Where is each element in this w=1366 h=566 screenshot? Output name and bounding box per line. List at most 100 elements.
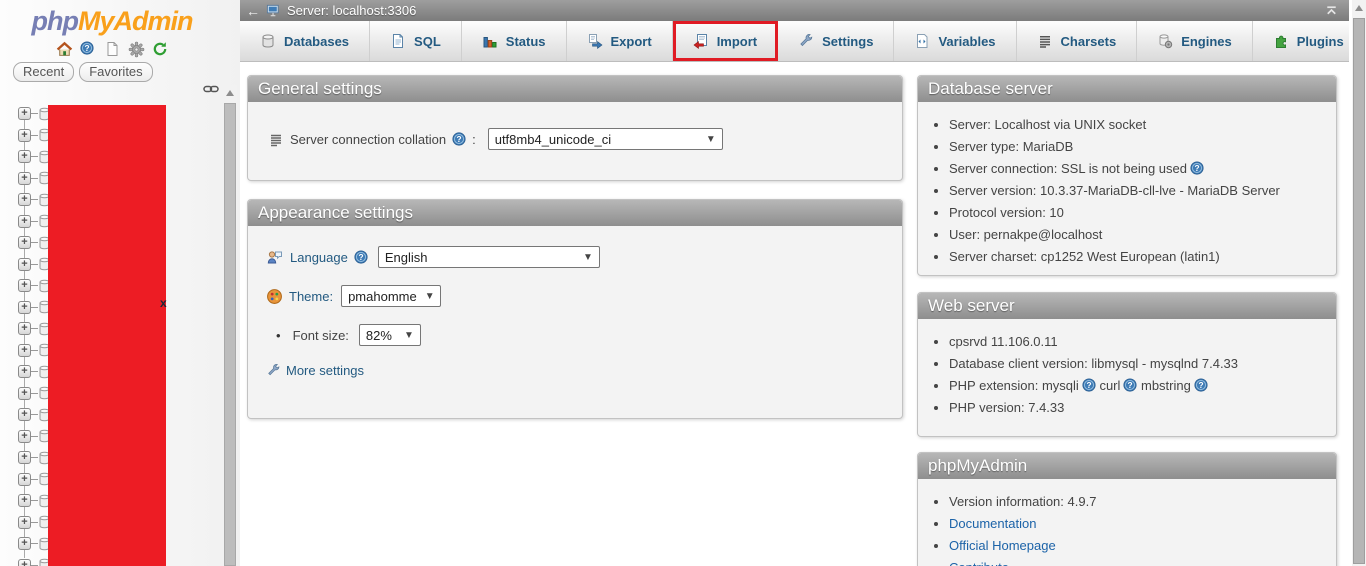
expand-plus-icon[interactable]: + (18, 387, 31, 400)
tab-label: Charsets (1061, 34, 1117, 49)
tab-settings[interactable]: Settings (778, 21, 894, 61)
sidebar-scrollbar-thumb[interactable] (224, 103, 236, 566)
tab-databases[interactable]: Databases (240, 21, 370, 61)
help-icon[interactable]: ? (1190, 161, 1204, 175)
tree-connector (31, 414, 38, 415)
page-scrollbar-thumb[interactable] (1353, 18, 1365, 564)
home-icon[interactable] (56, 41, 73, 58)
expand-plus-icon[interactable]: + (18, 408, 31, 421)
collation-select[interactable]: utf8mb4_unicode_ci ▼ (488, 128, 723, 150)
favorites-tab[interactable]: Favorites (79, 62, 152, 82)
help-icon[interactable]: ? (354, 250, 368, 264)
refresh-icon[interactable] (152, 41, 169, 58)
list-item: Server version: 10.3.37-MariaDB-cll-lve … (949, 181, 1336, 200)
theme-label: Theme: (289, 289, 333, 304)
expand-plus-icon[interactable]: + (18, 107, 31, 120)
help-icon[interactable]: ? (1082, 378, 1096, 392)
expand-plus-icon[interactable]: + (18, 236, 31, 249)
general-settings-panel: General settings Server connection colla… (247, 75, 903, 181)
list-item: Server: Localhost via UNIX socket (949, 115, 1336, 134)
back-arrow-icon[interactable]: ← (240, 3, 266, 19)
tab-variables[interactable]: Variables (894, 21, 1016, 61)
expand-plus-icon[interactable]: + (18, 172, 31, 185)
link[interactable]: Contribute (949, 560, 1009, 566)
database-server-panel: Database server Server: Localhost via UN… (917, 75, 1337, 276)
chevron-down-icon: ▼ (706, 134, 716, 145)
tree-connector (31, 113, 38, 114)
recent-tab[interactable]: Recent (13, 62, 74, 82)
logo-myadmin: MyAdmin (78, 6, 193, 36)
more-settings-label: More settings (286, 363, 364, 378)
tab-sql[interactable]: SQL (370, 21, 462, 61)
link-icon[interactable] (203, 83, 219, 95)
more-settings-link[interactable]: More settings (266, 363, 884, 378)
scroll-up-arrow[interactable] (1355, 5, 1363, 11)
tab-plugins[interactable]: Plugins (1253, 21, 1365, 61)
expand-plus-icon[interactable]: + (18, 516, 31, 529)
status-icon (482, 33, 498, 49)
language-select[interactable]: English ▼ (378, 246, 600, 268)
tab-engines[interactable]: Engines (1137, 21, 1253, 61)
expand-plus-icon[interactable]: + (18, 451, 31, 464)
page-scrollbar[interactable] (1352, 0, 1366, 566)
docs-icon[interactable] (104, 41, 121, 58)
expand-plus-icon[interactable]: + (18, 193, 31, 206)
help-icon[interactable]: ? (452, 132, 466, 146)
scroll-up-arrow[interactable] (226, 90, 234, 96)
redaction-overlay (48, 105, 166, 566)
expand-plus-icon[interactable]: + (18, 215, 31, 228)
panel-title: Database server (918, 76, 1336, 102)
expand-plus-icon[interactable]: + (18, 559, 31, 566)
tree-connector (31, 543, 38, 544)
phpmyadmin-logo[interactable]: phpMyAdmin (0, 6, 224, 37)
list-item: Contribute (949, 558, 1336, 566)
list-item: Server type: MariaDB (949, 137, 1336, 156)
panel-title: Appearance settings (248, 200, 902, 226)
collation-value: utf8mb4_unicode_ci (495, 132, 611, 147)
variables-icon (914, 33, 930, 49)
settings-column: General settings Server connection colla… (247, 75, 903, 419)
help-icon[interactable]: ? (1123, 378, 1137, 392)
expand-plus-icon[interactable]: + (18, 258, 31, 271)
list-item: cpsrvd 11.106.0.11 (949, 332, 1336, 351)
expand-plus-icon[interactable]: + (18, 129, 31, 142)
expand-plus-icon[interactable]: + (18, 344, 31, 357)
help-icon[interactable]: ? (80, 41, 97, 58)
expand-plus-icon[interactable]: + (18, 365, 31, 378)
tab-import[interactable]: Import (673, 21, 778, 61)
tree-connector (31, 393, 38, 394)
sidebar-scrollbar[interactable] (223, 85, 237, 566)
tab-status[interactable]: Status (462, 21, 567, 61)
expand-plus-icon[interactable]: + (18, 430, 31, 443)
collation-lines-icon (268, 132, 284, 146)
font-size-select[interactable]: 82% ▼ (359, 324, 421, 346)
panel-title: Web server (918, 293, 1336, 319)
expand-plus-icon[interactable]: + (18, 150, 31, 163)
tab-export[interactable]: Export (567, 21, 673, 61)
expand-plus-icon[interactable]: + (18, 279, 31, 292)
panel-title: General settings (248, 76, 902, 102)
expand-plus-icon[interactable]: + (18, 494, 31, 507)
gear-icon[interactable] (128, 41, 145, 58)
settings-icon (798, 33, 814, 49)
list-text: PHP extension: mysqli (949, 378, 1079, 393)
help-icon[interactable]: ? (1194, 378, 1208, 392)
sidebar-quick-tabs: Recent Favorites (13, 62, 153, 82)
list-text: mbstring (1137, 378, 1190, 393)
tab-charsets[interactable]: Charsets (1017, 21, 1138, 61)
theme-select[interactable]: pmahomme ▼ (341, 285, 441, 307)
scroll-to-top-icon[interactable] (1324, 3, 1339, 18)
expand-plus-icon[interactable]: + (18, 537, 31, 550)
expand-plus-icon[interactable]: + (18, 473, 31, 486)
expand-plus-icon[interactable]: + (18, 301, 31, 314)
expand-plus-icon[interactable]: + (18, 322, 31, 335)
server-tabbar: DatabasesSQLStatusExportImportSettings Va… (240, 21, 1349, 62)
x-mark: x (160, 296, 167, 310)
tab-label: Variables (938, 34, 995, 49)
link[interactable]: Official Homepage (949, 538, 1056, 553)
tree-connector (31, 307, 38, 308)
svg-text:?: ? (1086, 380, 1091, 390)
font-size-value: 82% (366, 328, 392, 343)
content-area: General settings Server connection colla… (240, 62, 1352, 566)
link[interactable]: Documentation (949, 516, 1036, 531)
